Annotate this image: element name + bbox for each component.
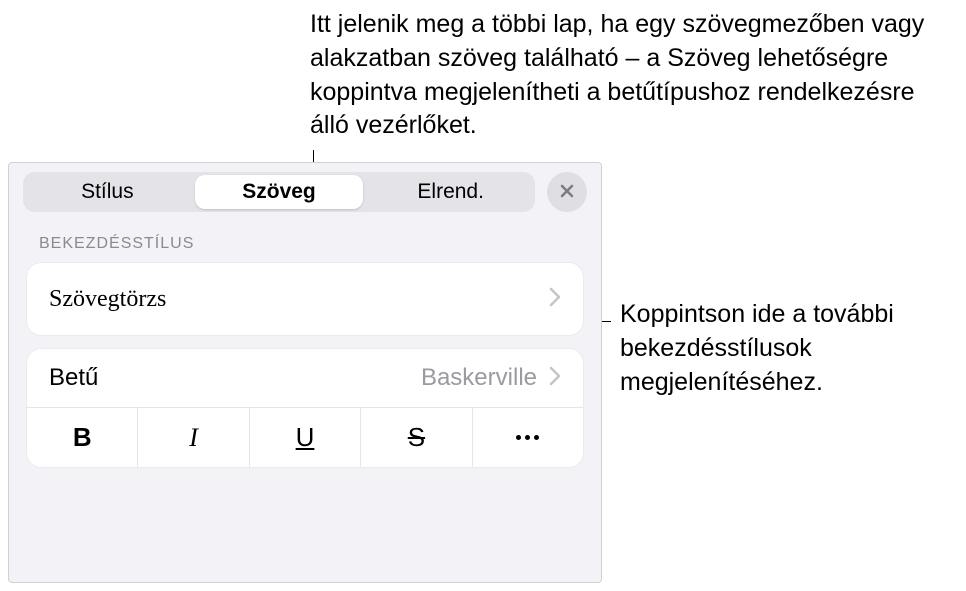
more-styles-button[interactable] (473, 408, 583, 467)
callout-top: Itt jelenik meg a többi lap, ha egy szöv… (310, 8, 960, 143)
chevron-right-icon (549, 287, 561, 312)
font-card: Betű Baskerville B I U S (27, 349, 583, 467)
underline-button[interactable]: U (250, 408, 361, 467)
paragraph-style-value: Szövegtörzs (49, 286, 166, 313)
chevron-right-icon (549, 366, 561, 391)
close-icon (559, 179, 575, 205)
more-icon (516, 435, 539, 440)
text-style-row: B I U S (27, 407, 583, 467)
tab-style[interactable]: Stílus (23, 172, 192, 212)
tab-text[interactable]: Szöveg (195, 175, 364, 209)
font-value: Baskerville (421, 364, 537, 392)
font-row[interactable]: Betű Baskerville (27, 349, 583, 407)
segmented-control: Stílus Szöveg Elrend. (23, 172, 535, 212)
paragraph-style-row[interactable]: Szövegtörzs (27, 263, 583, 335)
italic-button[interactable]: I (138, 408, 249, 467)
callout-right: Koppintson ide a további bekezdésstíluso… (620, 298, 960, 399)
panel-header: Stílus Szöveg Elrend. (9, 163, 601, 221)
format-panel: Stílus Szöveg Elrend. BEKEZDÉSSTÍLUS Szö… (8, 162, 602, 583)
strikethrough-button[interactable]: S (361, 408, 472, 467)
close-button[interactable] (547, 172, 587, 212)
tab-arrange[interactable]: Elrend. (366, 172, 535, 212)
paragraph-style-card: Szövegtörzs (27, 263, 583, 335)
font-label: Betű (49, 364, 98, 392)
bold-button[interactable]: B (27, 408, 138, 467)
section-paragraph-style-label: BEKEZDÉSSTÍLUS (9, 221, 601, 263)
